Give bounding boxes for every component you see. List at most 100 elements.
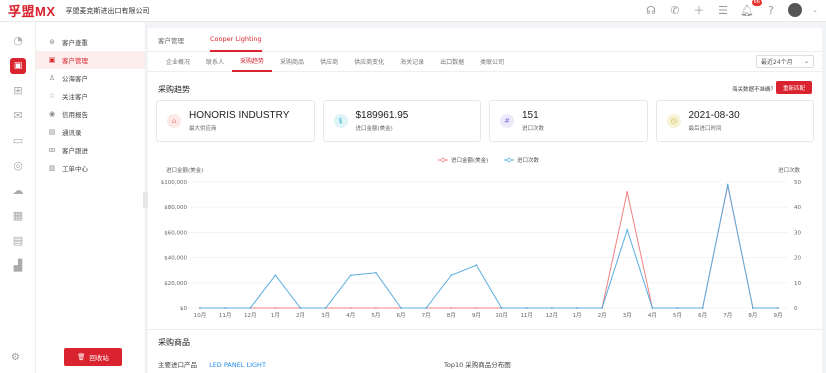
date-range-select[interactable]: 最近24个月 ⌄ bbox=[756, 55, 814, 68]
list-icon[interactable]: ☰ bbox=[716, 3, 730, 17]
secondary-tab[interactable]: 海关记录 bbox=[392, 52, 432, 72]
right-tick-label: 30 bbox=[794, 230, 801, 236]
rail-cloud[interactable]: ☁ bbox=[0, 178, 36, 203]
sidebar-item[interactable]: ▣ 客户管理 bbox=[36, 51, 145, 69]
card-label: 进口金额(美金) bbox=[355, 126, 393, 132]
sidebar-item-label: 公海客户 bbox=[62, 75, 88, 83]
data-point bbox=[777, 307, 779, 309]
secondary-tab[interactable]: 采购商品 bbox=[272, 52, 312, 72]
headset-icon[interactable]: ☊ bbox=[644, 3, 658, 17]
secondary-tab[interactable]: 联系人 bbox=[198, 52, 232, 72]
card-value: $189961.95 bbox=[355, 110, 409, 121]
data-point bbox=[274, 274, 277, 277]
chat-icon[interactable]: ✆ bbox=[668, 3, 682, 17]
secondary-tab[interactable]: 出口数据 bbox=[432, 52, 472, 72]
data-point bbox=[349, 307, 352, 309]
card-icon: ⌂ bbox=[167, 114, 181, 128]
data-inaccurate-link[interactable]: 海关数据不准确？ bbox=[732, 85, 776, 93]
primary-tabs: 客户管理 Cooper Lighting bbox=[148, 28, 822, 52]
section-divider bbox=[148, 329, 822, 330]
sidebar-item-icon: ♙ bbox=[48, 74, 56, 82]
sidebar-item[interactable]: ◉ 信用报告 bbox=[36, 105, 145, 123]
secondary-tab[interactable]: 企业概况 bbox=[158, 52, 198, 72]
sidebar-item[interactable]: ☆ 关注客户 bbox=[36, 87, 145, 105]
rail-dashboard[interactable]: ◔ bbox=[0, 28, 36, 53]
customer-sidebar: ⊛ 客户查重 ▣ 客户管理 ♙ 公海客户 ☆ 关注客户 ◉ 信用报告 ▤ 通讯录 ꝏ 客户跟进 ▥ 工单中心 … bbox=[36, 22, 146, 373]
summary-card: #151 进口次数 bbox=[489, 100, 648, 142]
x-tick-label: 1月 bbox=[572, 312, 581, 319]
sidebar-item-label: 客户跟进 bbox=[62, 147, 88, 155]
card-label: 最后进口时间 bbox=[688, 126, 722, 132]
secondary-tab[interactable]: 供应商 bbox=[312, 52, 346, 72]
x-tick-label: 10月 bbox=[194, 312, 207, 319]
sidebar-item-icon: ▥ bbox=[48, 164, 56, 172]
rematch-button[interactable]: 重新匹配 bbox=[776, 81, 812, 94]
primary-tab[interactable]: 客户管理 bbox=[158, 28, 184, 52]
data-point bbox=[450, 307, 453, 309]
rail-customers[interactable]: ▣ bbox=[0, 53, 36, 78]
data-point bbox=[475, 264, 478, 267]
x-tick-label: 5月 bbox=[673, 312, 682, 319]
mail-icon: ✉ bbox=[13, 109, 23, 122]
sidebar-item[interactable]: ⊛ 客户查重 bbox=[36, 33, 145, 51]
primary-tab[interactable]: Cooper Lighting bbox=[210, 28, 262, 52]
rail-company[interactable]: ▦ bbox=[0, 203, 36, 228]
sidebar-item-icon: ꝏ bbox=[48, 146, 56, 154]
help-icon[interactable]: ? bbox=[764, 3, 778, 17]
data-point bbox=[676, 307, 679, 309]
rail-mail[interactable]: ✉ bbox=[0, 103, 36, 128]
sidebar-item[interactable]: ▥ 工单中心 bbox=[36, 159, 145, 177]
secondary-tabs: 企业概况 联系人 采购趋势 采购商品 供应商 供应商变化 海关记录 出口数据 类联公司 最近24… bbox=[148, 52, 822, 72]
recycle-bin-button[interactable]: 🗑︎ 回收站 bbox=[64, 348, 122, 366]
x-tick-label: 4月 bbox=[346, 312, 355, 319]
rail-docs[interactable]: ▤ bbox=[0, 228, 36, 253]
chevron-down-icon[interactable]: ⌄ bbox=[812, 3, 818, 17]
sidebar-item[interactable]: ꝏ 客户跟进 bbox=[36, 141, 145, 159]
sidebar-item-label: 信用报告 bbox=[62, 111, 88, 119]
gear-icon[interactable]: ⚙ bbox=[11, 352, 20, 363]
rail-explore[interactable]: ◎ bbox=[0, 153, 36, 178]
date-range-value: 最近24个月 bbox=[761, 59, 793, 66]
data-point bbox=[199, 307, 201, 309]
data-point bbox=[274, 307, 277, 309]
rail-org[interactable]: ⊞ bbox=[0, 78, 36, 103]
x-tick-label: 7月 bbox=[723, 312, 732, 319]
plus-icon[interactable]: ＋ bbox=[692, 3, 706, 17]
left-tick-label: $40,000 bbox=[164, 256, 187, 262]
recycle-bin-label: 回收站 bbox=[89, 354, 109, 362]
left-tick-label: $60,000 bbox=[164, 230, 187, 236]
secondary-tab[interactable]: 供应商变化 bbox=[346, 52, 392, 72]
data-point bbox=[324, 307, 327, 309]
legend-label: 进口金额(美金) bbox=[451, 156, 488, 164]
left-axis-label: 进口金额(美金) bbox=[166, 166, 203, 174]
inbox-icon: ▭ bbox=[12, 134, 24, 147]
secondary-tab[interactable]: 类联公司 bbox=[472, 52, 512, 72]
sidebar-item[interactable]: ♙ 公海客户 bbox=[36, 69, 145, 87]
rail-reports[interactable]: ▟ bbox=[0, 253, 36, 278]
left-tick-label: $0 bbox=[180, 306, 187, 312]
legend-marker bbox=[506, 157, 512, 163]
legend-marker bbox=[440, 157, 446, 163]
sidebar-item[interactable]: ▤ 通讯录 bbox=[36, 123, 145, 141]
avatar[interactable] bbox=[788, 3, 802, 17]
x-tick-label: 2月 bbox=[296, 312, 305, 319]
data-point bbox=[500, 307, 503, 309]
compass-icon: ◎ bbox=[13, 159, 23, 172]
bell-icon[interactable]: 🔔︎ 66 bbox=[740, 0, 762, 17]
right-tick-label: 0 bbox=[794, 306, 798, 312]
data-point bbox=[249, 307, 252, 309]
secondary-tab[interactable]: 采购趋势 bbox=[232, 52, 273, 72]
card-label: 最大供应商 bbox=[189, 126, 217, 132]
x-tick-label: 5月 bbox=[371, 312, 380, 319]
x-tick-label: 2月 bbox=[598, 312, 607, 319]
sidebar-item-label: 工单中心 bbox=[62, 165, 88, 173]
right-tick-label: 10 bbox=[794, 281, 801, 287]
document-icon: ▤ bbox=[12, 234, 24, 247]
left-tick-label: $80,000 bbox=[164, 205, 187, 211]
main-product-link[interactable]: LED PANEL LIGHT bbox=[209, 361, 266, 369]
main-product-label: 主要进口产品 bbox=[158, 361, 197, 369]
rail-inbox[interactable]: ▭ bbox=[0, 128, 36, 153]
data-point bbox=[626, 191, 629, 193]
brand-logo[interactable]: 孚盟MX bbox=[8, 1, 56, 20]
sidebar-item-label: 关注客户 bbox=[62, 93, 88, 101]
